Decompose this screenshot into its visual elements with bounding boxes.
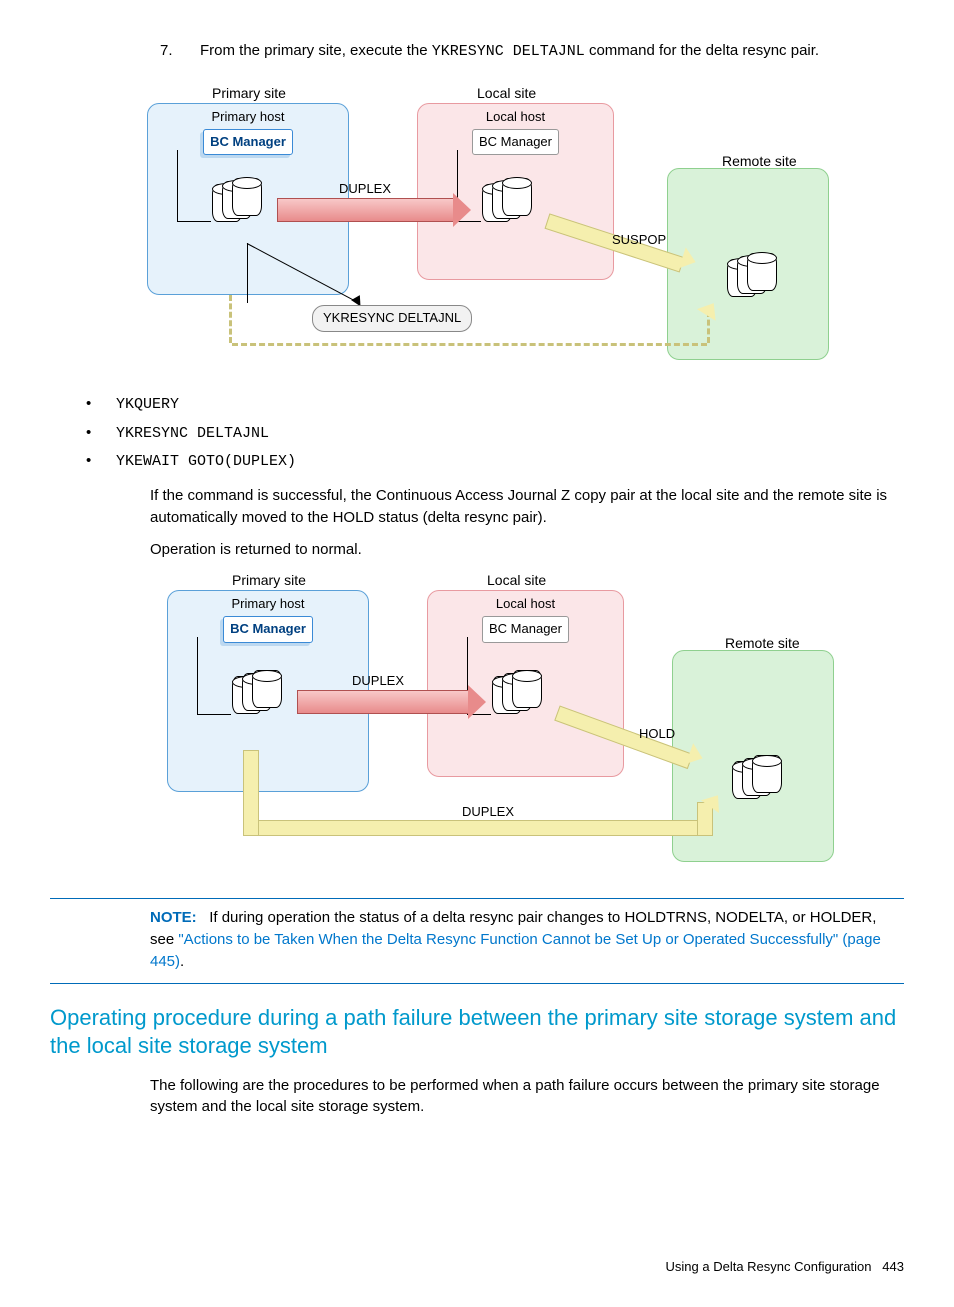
note-block: NOTE: If during operation the status of … bbox=[150, 907, 904, 972]
bc-manager-local: BC Manager bbox=[472, 129, 559, 156]
section-body: The following are the procedures to be p… bbox=[150, 1075, 904, 1119]
page-footer: Using a Delta Resync Configuration 443 bbox=[50, 1258, 904, 1277]
duplex-arrow-icon bbox=[277, 198, 454, 222]
cmd-ykewait: YKEWAIT GOTO(DUPLEX) bbox=[116, 453, 296, 470]
bc-manager-local: BC Manager bbox=[482, 616, 569, 643]
result-paragraph: If the command is successful, the Contin… bbox=[150, 485, 904, 529]
duplex-label: DUPLEX bbox=[352, 672, 404, 691]
suspop-label: SUSPOP bbox=[612, 231, 666, 250]
bc-manager-primary: BC Manager bbox=[203, 129, 293, 156]
step-text: From the primary site, execute the YKRES… bbox=[200, 40, 904, 63]
normal-paragraph: Operation is returned to normal. bbox=[150, 539, 904, 561]
cmd-ykresync: YKRESYNC DELTAJNL bbox=[116, 425, 269, 442]
step-7: 7. From the primary site, execute the YK… bbox=[150, 40, 904, 63]
ykresync-deltajnl-box: YKRESYNC DELTAJNL bbox=[312, 305, 472, 332]
bc-manager-primary: BC Manager bbox=[223, 616, 313, 643]
primary-site-label: Primary site bbox=[212, 83, 286, 103]
duplex-arrow-icon bbox=[297, 690, 469, 714]
diagram-1: Primary site Local site Remote site Prim… bbox=[117, 83, 837, 373]
divider bbox=[50, 898, 904, 899]
local-site-label: Local site bbox=[477, 83, 536, 103]
diagram-2: Primary site Local site Remote site Prim… bbox=[117, 570, 837, 870]
dashed-arrow-icon bbox=[232, 343, 707, 346]
note-label: NOTE: bbox=[150, 909, 197, 926]
duplex-label: DUPLEX bbox=[339, 180, 391, 199]
duplex2-arrow-icon bbox=[257, 820, 699, 836]
cmd-ykquery: YKQUERY bbox=[116, 396, 179, 413]
command-list: YKQUERY YKRESYNC DELTAJNL YKEWAIT GOTO(D… bbox=[80, 393, 904, 473]
note-link[interactable]: "Actions to be Taken When the Delta Resy… bbox=[150, 931, 881, 970]
primary-site-label: Primary site bbox=[232, 570, 306, 590]
divider bbox=[50, 983, 904, 984]
step-number: 7. bbox=[150, 40, 200, 63]
local-site-label: Local site bbox=[487, 570, 546, 590]
duplex2-label: DUPLEX bbox=[462, 803, 514, 822]
section-heading: Operating procedure during a path failur… bbox=[50, 1004, 904, 1061]
hold-label: HOLD bbox=[639, 725, 675, 744]
